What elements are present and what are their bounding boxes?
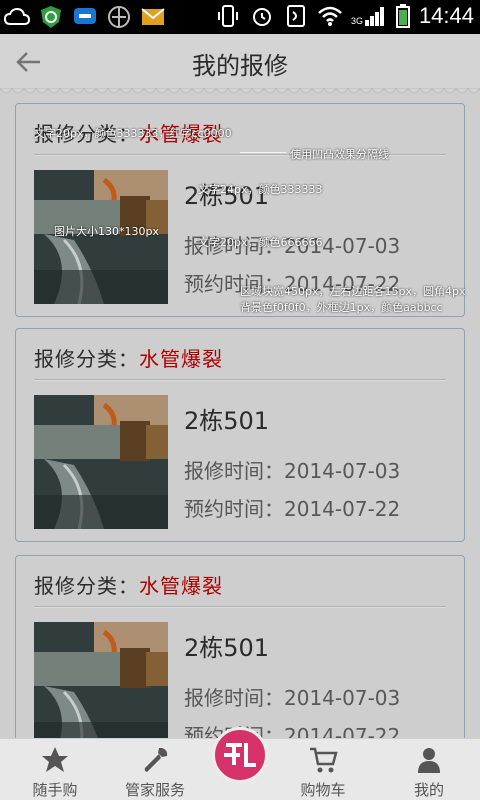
nav-item-butler-service[interactable]: 管家服务 xyxy=(110,745,200,800)
separator xyxy=(34,379,446,381)
shield-icon xyxy=(38,4,64,30)
appointment-time: 预约时间：2014-07-22 xyxy=(184,497,401,521)
mail-icon xyxy=(140,4,166,30)
category-value: 水管爆裂 xyxy=(139,574,223,598)
separator xyxy=(34,606,446,608)
nav-item-mine[interactable]: 我的 xyxy=(384,745,474,800)
status-bar: 3G 14:44 xyxy=(0,0,480,34)
alarm-icon xyxy=(249,3,275,29)
nav-item-cart[interactable]: 购物车 xyxy=(278,745,368,800)
nav-label: 管家服务 xyxy=(124,781,185,799)
category-label: 报修分类： xyxy=(34,347,139,371)
user-icon xyxy=(414,745,444,775)
annotation-time-text: 文字20px，颜色666666 xyxy=(198,236,323,249)
chat-icon xyxy=(72,4,98,30)
repair-photo xyxy=(34,395,168,529)
nfc-icon xyxy=(283,3,309,29)
wavy-divider xyxy=(0,88,480,94)
vibrate-icon xyxy=(215,3,241,29)
annotation-address-text: 文字24px，颜色333333 xyxy=(198,183,323,196)
annotation-category-text: 文字20px，颜色333333，红字cc0000 xyxy=(34,127,232,140)
svg-text:3G: 3G xyxy=(351,16,363,26)
signal-icon: 3G xyxy=(351,3,387,29)
category-value: 水管爆裂 xyxy=(139,347,223,371)
annotation-pointer xyxy=(240,152,286,153)
repair-photo xyxy=(34,622,168,738)
repair-time: 报修时间：2014-07-03 xyxy=(184,686,401,710)
nav-label: 随手购 xyxy=(32,781,78,799)
nav-label: 我的 xyxy=(413,781,444,799)
category-label: 报修分类： xyxy=(34,574,139,598)
annotation-separator: 使用凹凸效果分隔线 xyxy=(290,148,389,161)
address: 2栋501 xyxy=(184,634,270,662)
bottom-nav: 随手购 管家服务 购物车 我的 xyxy=(0,727,480,800)
wifi-icon xyxy=(317,3,343,29)
home-logo-icon[interactable] xyxy=(212,727,268,783)
title-bar: 我的报修 xyxy=(0,34,480,90)
battery-icon xyxy=(395,3,411,29)
repair-card[interactable]: 报修分类：水管爆裂 2栋501 报修时间：2014-07-03 预约时间：201… xyxy=(15,328,465,542)
annotation-block-spec-2: 背景色f0f0f0，外框边1px，颜色aabbcc xyxy=(240,301,443,314)
category-line: 报修分类：水管爆裂 xyxy=(34,570,223,599)
nav-label: 购物车 xyxy=(300,781,346,799)
nav-item-quick-buy[interactable]: 随手购 xyxy=(10,745,100,800)
wrench-icon xyxy=(140,745,170,775)
cart-icon xyxy=(308,745,338,775)
clock-time: 14:44 xyxy=(418,3,474,28)
category-line: 报修分类：水管爆裂 xyxy=(34,343,223,372)
annotation-block-spec-1: 区域块宽450px，左右边距各15px，圆角4px xyxy=(240,285,466,298)
address: 2栋501 xyxy=(184,407,270,435)
page-title: 我的报修 xyxy=(192,52,288,80)
appointment-time: 预约时间：2014-07-22 xyxy=(184,724,401,738)
repair-card[interactable]: 报修分类：水管爆裂 2栋501 报修时间：2014-07-03 预约时间：201… xyxy=(15,555,465,738)
repair-time: 报修时间：2014-07-03 xyxy=(184,459,401,483)
browser-icon xyxy=(106,4,132,30)
annotation-image-size: 图片大小130*130px xyxy=(54,225,159,238)
cloud-icon xyxy=(4,4,30,30)
star-icon xyxy=(40,745,70,775)
